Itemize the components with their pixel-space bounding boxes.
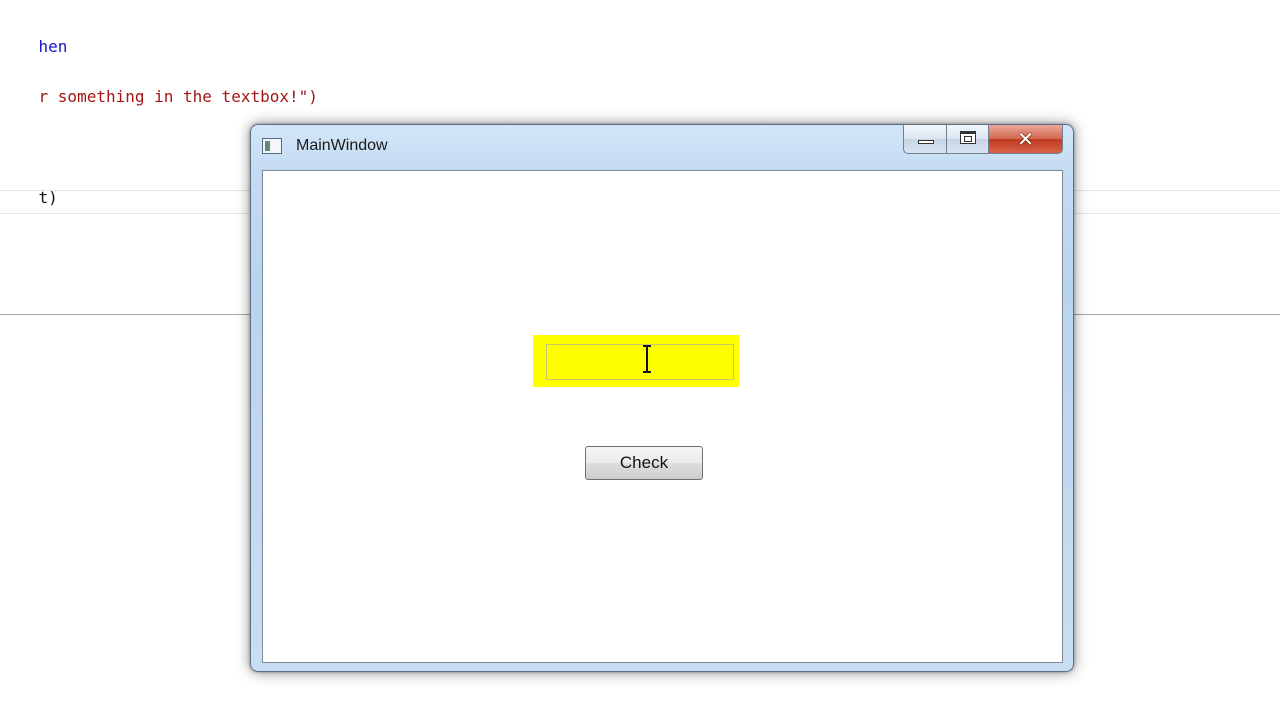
code-line-3: t) [0,168,58,228]
code-keyword: hen [38,37,68,56]
maximize-button[interactable] [947,125,989,154]
text-cursor-icon [643,345,651,373]
main-window: MainWindow ✕ Check [250,124,1074,672]
window-app-icon[interactable] [262,138,282,154]
text-input[interactable] [546,344,734,380]
minimize-button[interactable] [903,125,947,154]
close-icon: ✕ [1017,127,1034,151]
code-line-2: r something in the textbox!") [0,67,318,127]
close-button[interactable]: ✕ [989,125,1063,154]
window-client-area: Check [262,170,1063,663]
maximize-icon [960,131,976,144]
minimize-icon [918,140,934,144]
window-title: MainWindow [296,137,388,154]
code-string: r something in the textbox!") [38,87,318,106]
title-bar[interactable]: MainWindow ✕ [251,125,1073,169]
caption-buttons: ✕ [903,125,1063,155]
check-button[interactable]: Check [585,446,703,480]
